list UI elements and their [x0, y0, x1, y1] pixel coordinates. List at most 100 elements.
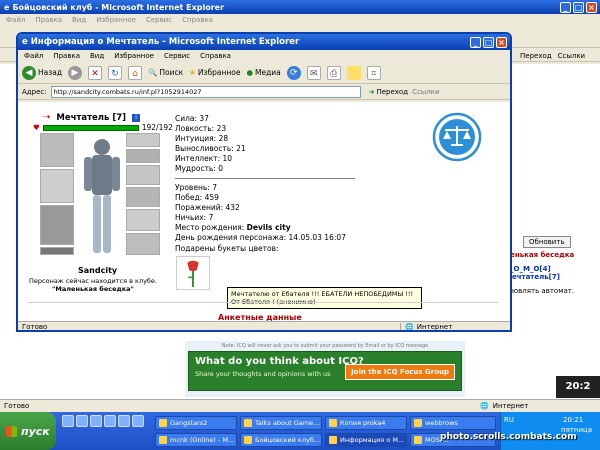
forward-arrow-icon[interactable]: ▶ — [68, 65, 83, 80]
gloves-slot[interactable] — [126, 149, 160, 163]
maximize-icon[interactable]: □ — [573, 1, 584, 13]
belt-slot[interactable] — [40, 247, 74, 255]
menu-file[interactable]: Файл — [24, 52, 43, 60]
online-user-somo[interactable]: S_O_M_O[4] — [505, 265, 600, 273]
hp-value: 192/192 — [141, 123, 173, 132]
menu-edit[interactable]: Правка — [53, 52, 80, 60]
task-webbrows[interactable]: webbrows — [410, 416, 496, 430]
ring-slot-1[interactable] — [126, 133, 160, 147]
icq-note: Note: ICQ will never ask you to submit y… — [221, 343, 429, 349]
refresh-icon[interactable]: ↻ — [108, 65, 123, 80]
online-user-mechtatel[interactable]: Мечтатель[7] — [505, 273, 600, 281]
start-button[interactable]: пуск — [0, 412, 56, 450]
ie-icon: e — [22, 37, 28, 47]
menu-tools[interactable]: Сервис — [164, 52, 190, 60]
favorites-button[interactable]: ★ Избранное — [189, 68, 240, 77]
dialog-zone-text: Интернет — [416, 323, 453, 331]
task-gangstars2[interactable]: Gangstars2 — [155, 416, 237, 430]
maximize-icon[interactable]: □ — [483, 36, 494, 48]
stop-icon[interactable]: ✕ — [88, 65, 103, 80]
address-input[interactable]: http://sandcity.combats.ru/inf.pl?105291… — [50, 85, 361, 98]
bracers-slot[interactable] — [126, 165, 160, 185]
quick-launch-icon[interactable] — [118, 415, 130, 427]
hp-row: ♥ 192/192 — [33, 123, 173, 132]
offhand-slot[interactable] — [126, 209, 160, 231]
task-talks-about-game[interactable]: Talks about Game... — [240, 416, 322, 430]
shield-slot[interactable] — [126, 187, 160, 207]
menu-help[interactable]: Справка — [200, 52, 231, 60]
minimize-icon[interactable]: _ — [470, 36, 481, 48]
info-icon[interactable]: i — [132, 113, 141, 122]
print-icon[interactable]: ⎙ — [326, 65, 341, 80]
icq-banner[interactable]: What do you think about ICQ? Share your … — [188, 351, 462, 391]
address-label: Адрес: — [22, 87, 47, 96]
menu-favorites[interactable]: Избранное — [114, 52, 154, 60]
search-button[interactable]: 🔍 Поиск — [148, 68, 183, 77]
home-icon[interactable]: ⌂ — [128, 65, 143, 80]
windows-logo-icon — [6, 425, 17, 437]
stat-strength: Сила: 37 — [175, 114, 209, 123]
menu-tools[interactable]: Сервис — [146, 16, 172, 24]
profile-heading: Анкетные данные — [218, 313, 302, 321]
menu-file[interactable]: Файл — [6, 16, 25, 24]
menu-edit[interactable]: Правка — [35, 16, 62, 24]
tray-clock[interactable]: 20:21 — [563, 416, 583, 424]
menu-help[interactable]: Справка — [182, 16, 213, 24]
background-links-label[interactable]: Ссылки — [558, 52, 586, 60]
quick-launch — [62, 415, 152, 447]
menu-view[interactable]: Вид — [90, 52, 104, 60]
dialog-title-bar[interactable]: e Информация о Мечтатель - Microsoft Int… — [18, 34, 510, 50]
edit-icon[interactable] — [346, 65, 361, 80]
links-label[interactable]: Ссылки — [412, 88, 440, 96]
stat-agility: Ловкость: 23 — [175, 124, 227, 133]
quick-launch-icon[interactable] — [132, 415, 144, 427]
task-character-info[interactable]: Информация о М... — [325, 433, 407, 447]
helmet-slot[interactable] — [40, 133, 74, 167]
icq-join-button[interactable]: Join the ICQ Focus Group — [345, 364, 455, 380]
back-button[interactable]: ◀ Назад — [22, 65, 62, 80]
goto-label: Переход — [376, 87, 409, 96]
boots-slot[interactable] — [126, 233, 160, 255]
dialog-status-bar: Готово 🌐 Интернет — [18, 321, 510, 331]
globe-icon: 🌐 — [480, 402, 489, 410]
quick-launch-icon[interactable] — [76, 415, 88, 427]
task-kopiya-proka4[interactable]: Копия proka4 — [325, 416, 407, 430]
armor-slot[interactable] — [40, 205, 74, 245]
mail-icon[interactable]: ✉ — [306, 65, 321, 80]
bouquet-tooltip: Мечтателю от Ебателя !!! ЕБАТЕЛИ НЕПОБЕД… — [227, 287, 422, 309]
quick-launch-icon[interactable] — [62, 415, 74, 427]
background-goto-button[interactable]: Переход — [520, 52, 552, 60]
search-label: Поиск — [159, 68, 184, 77]
star-icon: ★ — [189, 68, 196, 77]
quick-launch-icon[interactable] — [104, 415, 116, 427]
minimize-icon[interactable]: _ — [560, 1, 571, 13]
goto-button[interactable]: ➜ Переход — [369, 88, 408, 96]
language-indicator[interactable]: RU — [504, 416, 514, 424]
menu-view[interactable]: Вид — [72, 16, 86, 24]
quick-launch-icon[interactable] — [90, 415, 102, 427]
history-icon[interactable]: ⟳ — [286, 65, 301, 80]
goto-arrow-icon: ➜ — [368, 87, 375, 96]
watermark: photo.scrolls.combats.com — [440, 432, 577, 442]
task-mcnk[interactable]: mcnk (Online) - M... — [155, 433, 237, 447]
background-zone-text: Интернет — [492, 402, 529, 410]
stat-wisdom: Мудрость: 0 — [175, 164, 224, 173]
refresh-button[interactable]: Обновить — [523, 236, 571, 248]
background-menubar: Файл Правка Вид Избранное Сервис Справка — [0, 14, 600, 26]
media-button[interactable]: ● Медиа — [246, 68, 280, 77]
background-title-bar: e Бойцовский клуб - Microsoft Internet E… — [0, 0, 600, 14]
stat-draws: Ничьих: 7 — [175, 213, 214, 222]
discuss-icon[interactable]: ⌗ — [366, 65, 381, 80]
close-icon[interactable]: × — [586, 1, 597, 13]
weapon-slot[interactable] — [40, 169, 74, 203]
task-fight-club[interactable]: Бойцовский клуб... — [240, 433, 322, 447]
stat-losses: Поражений: 432 — [175, 203, 240, 212]
stats-divider — [175, 178, 355, 179]
stat-level: Уровень: 7 — [175, 183, 217, 192]
globe-icon: 🌐 — [405, 323, 414, 331]
icq-question: What do you think about ICQ? — [195, 356, 364, 367]
menu-favorites[interactable]: Избранное — [96, 16, 136, 24]
flower-bouquet[interactable] — [176, 256, 210, 290]
close-icon[interactable]: × — [496, 36, 507, 48]
auto-update-label: бновлять автомат. — [505, 287, 575, 295]
